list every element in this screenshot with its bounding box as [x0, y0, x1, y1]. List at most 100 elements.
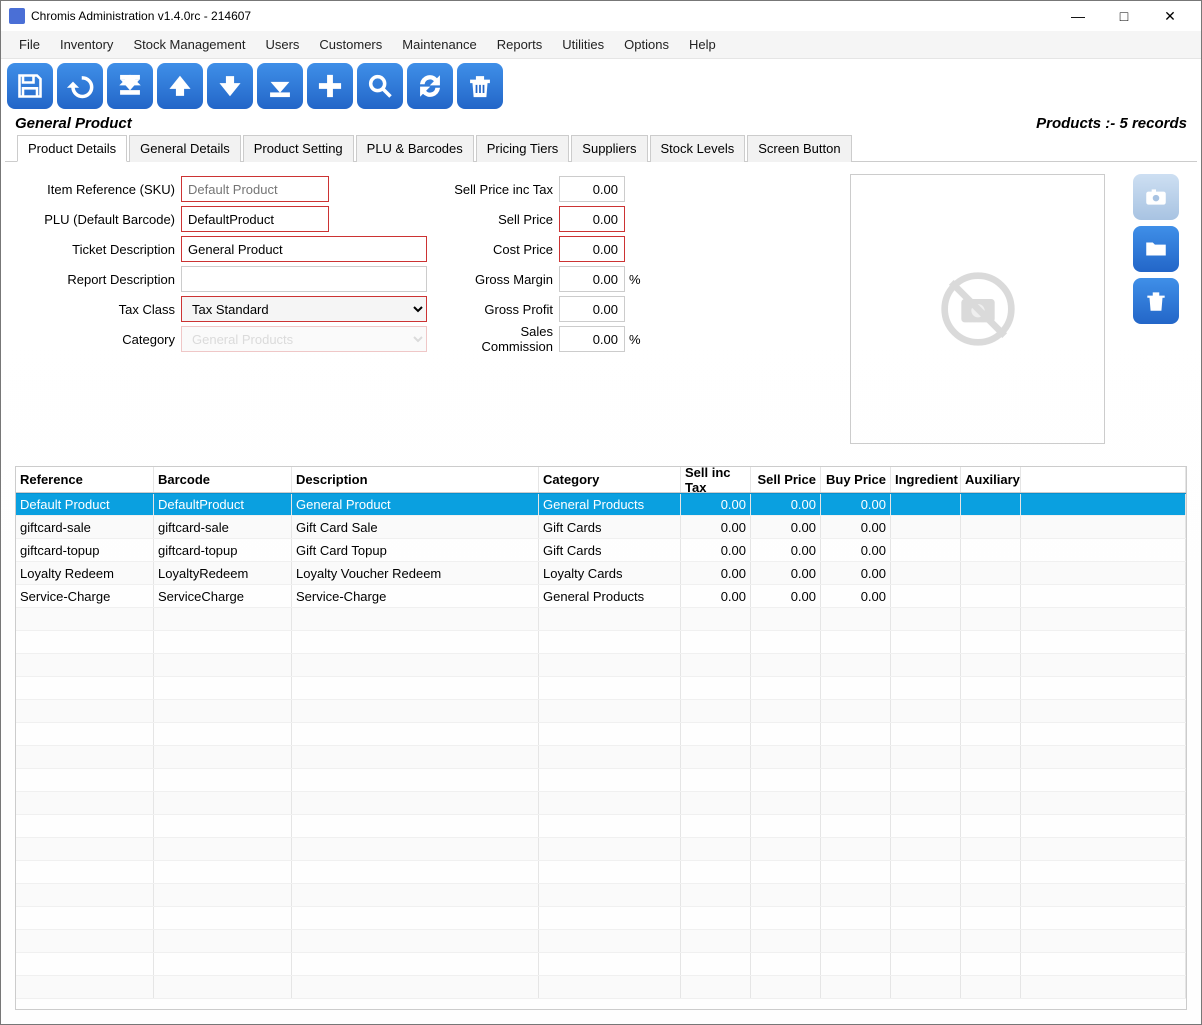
ticket-description-input[interactable] — [181, 236, 427, 262]
table-row[interactable] — [16, 930, 1186, 953]
col-sell-inc-tax[interactable]: Sell inc Tax — [681, 467, 751, 492]
save-button[interactable] — [7, 63, 53, 109]
table-row[interactable] — [16, 976, 1186, 999]
label-sell: Sell Price — [447, 212, 559, 227]
sku-input[interactable] — [181, 176, 329, 202]
category-select[interactable]: General Products — [181, 326, 427, 352]
col-auxiliary[interactable]: Auxiliary — [961, 467, 1021, 492]
table-row[interactable] — [16, 792, 1186, 815]
gross-margin-input[interactable] — [559, 266, 625, 292]
grid-header: Reference Barcode Description Category S… — [16, 467, 1186, 493]
table-row[interactable] — [16, 654, 1186, 677]
menu-reports[interactable]: Reports — [487, 33, 553, 56]
tax-class-select[interactable]: Tax Standard — [181, 296, 427, 322]
gross-profit-input[interactable] — [559, 296, 625, 322]
table-row[interactable] — [16, 746, 1186, 769]
products-grid[interactable]: Reference Barcode Description Category S… — [15, 466, 1187, 1010]
last-button[interactable] — [257, 63, 303, 109]
main-window: Chromis Administration v1.4.0rc - 214607… — [0, 0, 1202, 1025]
col-category[interactable]: Category — [539, 467, 681, 492]
table-row[interactable]: Default ProductDefaultProductGeneral Pro… — [16, 493, 1186, 516]
tab-plu-barcodes[interactable]: PLU & Barcodes — [356, 135, 474, 162]
plu-input[interactable] — [181, 206, 329, 232]
tab-stock-levels[interactable]: Stock Levels — [650, 135, 746, 162]
form-area: Item Reference (SKU) PLU (Default Barcod… — [5, 162, 1197, 462]
tab-suppliers[interactable]: Suppliers — [571, 135, 647, 162]
table-row[interactable] — [16, 815, 1186, 838]
first-button[interactable] — [107, 63, 153, 109]
table-row[interactable] — [16, 884, 1186, 907]
table-row[interactable] — [16, 907, 1186, 930]
close-button[interactable]: ✕ — [1147, 1, 1193, 31]
pct-suffix: % — [629, 272, 641, 287]
window-title: Chromis Administration v1.4.0rc - 214607 — [31, 9, 1055, 23]
col-description[interactable]: Description — [292, 467, 539, 492]
table-row[interactable] — [16, 677, 1186, 700]
menu-inventory[interactable]: Inventory — [50, 33, 123, 56]
table-row[interactable] — [16, 838, 1186, 861]
browse-image-button[interactable] — [1133, 226, 1179, 272]
sell-price-input[interactable] — [559, 206, 625, 232]
table-row[interactable] — [16, 861, 1186, 884]
menu-stock-management[interactable]: Stock Management — [123, 33, 255, 56]
product-image-placeholder — [850, 174, 1105, 444]
col-reference[interactable]: Reference — [16, 467, 154, 492]
minimize-button[interactable]: ― — [1055, 1, 1101, 31]
tab-product-details[interactable]: Product Details — [17, 135, 127, 162]
sell-price-inc-tax-input[interactable] — [559, 176, 625, 202]
delete-button[interactable] — [457, 63, 503, 109]
label-profit: Gross Profit — [447, 302, 559, 317]
table-row[interactable]: Service-ChargeServiceChargeService-Charg… — [16, 585, 1186, 608]
tab-screen-button[interactable]: Screen Button — [747, 135, 851, 162]
table-row[interactable] — [16, 953, 1186, 976]
menu-file[interactable]: File — [9, 33, 50, 56]
col-sell-price[interactable]: Sell Price — [751, 467, 821, 492]
col-buy-price[interactable]: Buy Price — [821, 467, 891, 492]
section-header: General Product Products :- 5 records — [5, 113, 1197, 134]
table-row[interactable]: Loyalty RedeemLoyaltyRedeemLoyalty Vouch… — [16, 562, 1186, 585]
add-button[interactable] — [307, 63, 353, 109]
col-ingredient[interactable]: Ingredient — [891, 467, 961, 492]
cost-price-input[interactable] — [559, 236, 625, 262]
table-row[interactable] — [16, 723, 1186, 746]
menu-help[interactable]: Help — [679, 33, 726, 56]
label-ticket: Ticket Description — [23, 242, 181, 257]
table-row[interactable] — [16, 608, 1186, 631]
label-sku: Item Reference (SKU) — [23, 182, 181, 197]
menu-maintenance[interactable]: Maintenance — [392, 33, 486, 56]
label-category: Category — [23, 332, 181, 347]
undo-button[interactable] — [57, 63, 103, 109]
app-icon — [9, 8, 25, 24]
label-cost: Cost Price — [447, 242, 559, 257]
col-barcode[interactable]: Barcode — [154, 467, 292, 492]
table-row[interactable] — [16, 769, 1186, 792]
sales-commission-input[interactable] — [559, 326, 625, 352]
search-button[interactable] — [357, 63, 403, 109]
menubar: File Inventory Stock Management Users Cu… — [1, 31, 1201, 59]
table-row[interactable] — [16, 631, 1186, 654]
label-tax: Tax Class — [23, 302, 181, 317]
menu-users[interactable]: Users — [255, 33, 309, 56]
report-description-input[interactable] — [181, 266, 427, 292]
label-report: Report Description — [23, 272, 181, 287]
toolbar — [1, 59, 1201, 113]
delete-image-button[interactable] — [1133, 278, 1179, 324]
tab-product-setting[interactable]: Product Setting — [243, 135, 354, 162]
menu-options[interactable]: Options — [614, 33, 679, 56]
maximize-button[interactable]: □ — [1101, 1, 1147, 31]
table-row[interactable]: giftcard-topupgiftcard-topupGift Card To… — [16, 539, 1186, 562]
next-button[interactable] — [207, 63, 253, 109]
label-margin: Gross Margin — [447, 272, 559, 287]
menu-utilities[interactable]: Utilities — [552, 33, 614, 56]
refresh-button[interactable] — [407, 63, 453, 109]
table-row[interactable]: giftcard-salegiftcard-saleGift Card Sale… — [16, 516, 1186, 539]
tab-pricing-tiers[interactable]: Pricing Tiers — [476, 135, 570, 162]
table-row[interactable] — [16, 700, 1186, 723]
page-title: General Product — [15, 115, 132, 132]
tab-general-details[interactable]: General Details — [129, 135, 241, 162]
capture-image-button[interactable] — [1133, 174, 1179, 220]
prev-button[interactable] — [157, 63, 203, 109]
menu-customers[interactable]: Customers — [309, 33, 392, 56]
label-sell-inc: Sell Price inc Tax — [447, 182, 559, 197]
label-plu: PLU (Default Barcode) — [23, 212, 181, 227]
